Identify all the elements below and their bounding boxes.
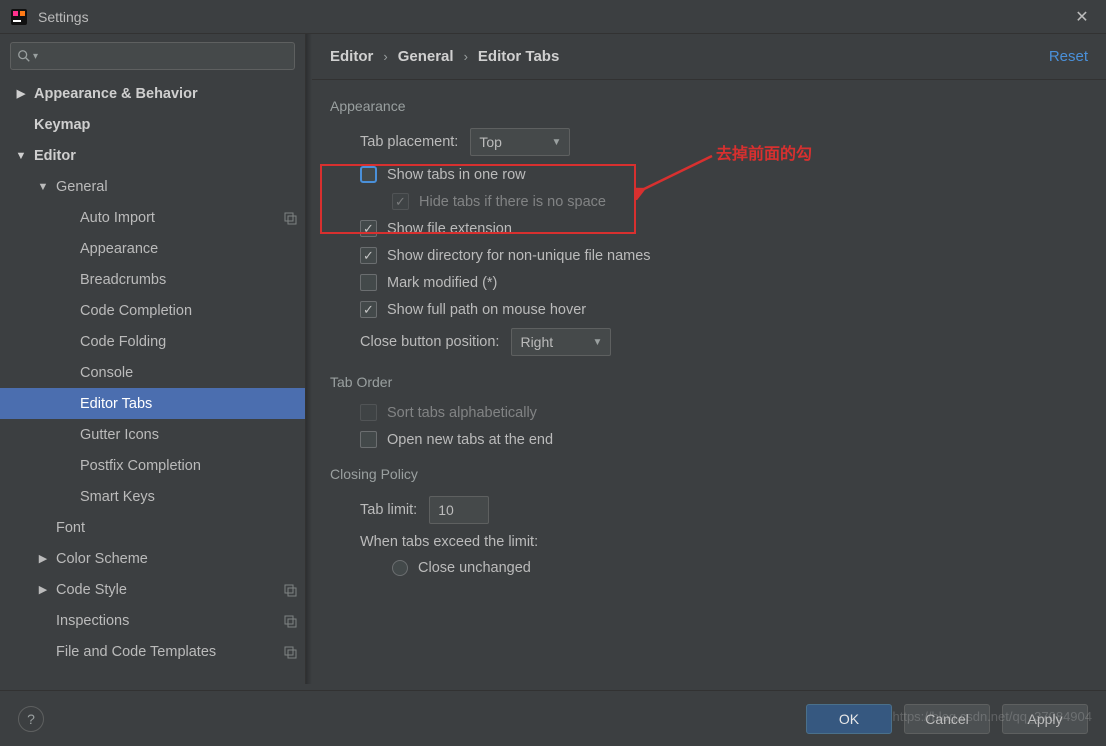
twist-icon[interactable]: ▼ [14, 150, 28, 162]
crumb-general[interactable]: General [398, 48, 454, 65]
tree-item[interactable]: Code Folding [0, 326, 305, 357]
twist-icon[interactable]: ▶ [36, 583, 50, 596]
chevron-right-icon: › [383, 49, 387, 64]
tree-item[interactable]: Gutter Icons [0, 419, 305, 450]
twist-icon[interactable]: ▶ [36, 552, 50, 565]
project-override-icon [283, 614, 297, 628]
tab-placement-select[interactable]: Top ▼ [470, 128, 570, 156]
annotation-text: 去掉前面的勾 [716, 140, 812, 164]
close-unchanged-label: Close unchanged [418, 560, 531, 576]
tree-item[interactable]: Postfix Completion [0, 450, 305, 481]
tree-item-label: Console [80, 365, 297, 381]
full-path-checkbox[interactable] [360, 301, 377, 318]
open-end-checkbox[interactable] [360, 431, 377, 448]
crumb-editor[interactable]: Editor [330, 48, 373, 65]
sort-tabs-label: Sort tabs alphabetically [387, 405, 537, 421]
tree-item-label: Keymap [34, 117, 297, 133]
crumb-editor-tabs: Editor Tabs [478, 48, 559, 65]
tree-item-label: General [56, 179, 297, 195]
tree-item-label: Breadcrumbs [80, 272, 297, 288]
tree-item-label: Gutter Icons [80, 427, 297, 443]
search-icon [17, 49, 31, 63]
close-icon[interactable]: ✕ [1068, 7, 1096, 27]
tree-item-label: Editor Tabs [80, 396, 297, 412]
watermark: https://blog.csdn.net/qq_37084904 [893, 709, 1093, 724]
settings-tree: ▶ Appearance & Behavior Keymap ▼ Editor ▼ Gene… [0, 78, 305, 684]
ok-button[interactable]: OK [806, 704, 892, 734]
twist-icon[interactable]: ▶ [14, 87, 28, 100]
help-button[interactable]: ? [18, 706, 44, 732]
tree-item[interactable]: Keymap [0, 109, 305, 140]
close-unchanged-radio[interactable] [392, 560, 408, 576]
open-end-label: Open new tabs at the end [387, 432, 553, 448]
project-override-icon [283, 211, 297, 225]
tree-item[interactable]: Font [0, 512, 305, 543]
close-button-pos-label: Close button position: [360, 334, 499, 350]
project-override-icon [283, 583, 297, 597]
app-icon [10, 8, 28, 26]
tree-item-label: Code Completion [80, 303, 297, 319]
annotation-box [320, 164, 636, 234]
tree-item-label: File and Code Templates [56, 644, 283, 660]
breadcrumb: Editor › General › Editor Tabs Reset [312, 34, 1106, 80]
section-closing-policy: Closing Policy [330, 466, 1088, 482]
full-path-label: Show full path on mouse hover [387, 302, 586, 318]
tree-item-label: Auto Import [80, 210, 283, 226]
titlebar: Settings ✕ [0, 0, 1106, 34]
tree-item-label: Editor [34, 148, 297, 164]
twist-icon[interactable]: ▼ [36, 181, 50, 193]
tree-item[interactable]: Console [0, 357, 305, 388]
show-dir-label: Show directory for non-unique file names [387, 248, 651, 264]
main-panel: Editor › General › Editor Tabs Reset App… [312, 34, 1106, 684]
reset-button[interactable]: Reset [1049, 48, 1088, 65]
chevron-down-icon: ▼ [551, 137, 561, 148]
section-appearance: Appearance [330, 98, 1088, 114]
section-tab-order: Tab Order [330, 374, 1088, 390]
tree-item-label: Color Scheme [56, 551, 297, 567]
tabs-exceed-label: When tabs exceed the limit: [360, 534, 538, 550]
show-dir-checkbox[interactable] [360, 247, 377, 264]
chevron-right-icon: › [464, 49, 468, 64]
tree-item[interactable]: Auto Import [0, 202, 305, 233]
tab-limit-input[interactable] [429, 496, 489, 524]
tree-item[interactable]: Editor Tabs [0, 388, 305, 419]
tab-placement-label: Tab placement: [360, 134, 458, 150]
tree-item[interactable]: Code Completion [0, 295, 305, 326]
tree-item[interactable]: File and Code Templates [0, 636, 305, 667]
sort-tabs-checkbox [360, 404, 377, 421]
chevron-down-icon: ▾ [33, 51, 38, 62]
tree-item[interactable]: ▼ General [0, 171, 305, 202]
tree-item-label: Inspections [56, 613, 283, 629]
sidebar: ▾ ▶ Appearance & Behavior Keymap ▼ Editor ▼ Ge… [0, 34, 306, 684]
tree-item[interactable]: ▶ Code Style [0, 574, 305, 605]
tree-item[interactable]: Smart Keys [0, 481, 305, 512]
tree-item-label: Postfix Completion [80, 458, 297, 474]
tree-item-label: Code Style [56, 582, 283, 598]
mark-modified-label: Mark modified (*) [387, 275, 497, 291]
chevron-down-icon: ▼ [593, 337, 603, 348]
tree-item-label: Font [56, 520, 297, 536]
project-override-icon [283, 645, 297, 659]
tree-item[interactable]: Inspections [0, 605, 305, 636]
tree-item-label: Appearance [80, 241, 297, 257]
tree-item[interactable]: Breadcrumbs [0, 264, 305, 295]
tree-item[interactable]: ▶ Appearance & Behavior [0, 78, 305, 109]
mark-modified-checkbox[interactable] [360, 274, 377, 291]
annotation-arrow-icon [636, 150, 716, 200]
tree-item-label: Code Folding [80, 334, 297, 350]
tree-item-label: Smart Keys [80, 489, 297, 505]
close-button-pos-select[interactable]: Right ▼ [511, 328, 611, 356]
window-title: Settings [38, 9, 1068, 25]
tree-item[interactable]: ▼ Editor [0, 140, 305, 171]
tree-item[interactable]: Appearance [0, 233, 305, 264]
search-input[interactable]: ▾ [10, 42, 295, 70]
tree-item[interactable]: ▶ Color Scheme [0, 543, 305, 574]
tree-item-label: Appearance & Behavior [34, 86, 297, 102]
tab-limit-label: Tab limit: [360, 502, 417, 518]
